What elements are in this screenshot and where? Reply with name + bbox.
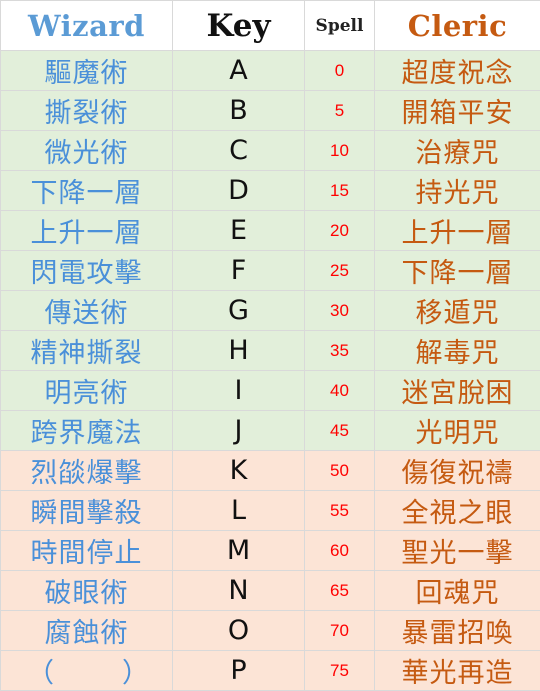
key-cell: G bbox=[173, 291, 305, 331]
header-cleric: Cleric bbox=[375, 1, 540, 51]
cleric-spell-cell: 持光咒 bbox=[375, 171, 540, 211]
header-key: Key bbox=[173, 1, 305, 51]
cleric-spell-cell: 移遁咒 bbox=[375, 291, 540, 331]
table-row: 撕裂術 B 5 開箱平安 bbox=[1, 91, 540, 131]
spell-level-cell: 30 bbox=[305, 291, 375, 331]
header-wizard: Wizard bbox=[1, 1, 173, 51]
spell-level-cell: 10 bbox=[305, 131, 375, 171]
wizard-spell-cell: 閃電攻擊 bbox=[1, 251, 173, 291]
cleric-spell-cell: 迷宮脫困 bbox=[375, 371, 540, 411]
spell-level-cell: 5 bbox=[305, 91, 375, 131]
cleric-spell-cell: 超度祝念 bbox=[375, 51, 540, 91]
wizard-spell-cell: 上升一層 bbox=[1, 211, 173, 251]
key-cell: E bbox=[173, 211, 305, 251]
wizard-spell-cell: 微光術 bbox=[1, 131, 173, 171]
key-cell: K bbox=[173, 451, 305, 491]
open-paren: （ bbox=[27, 651, 55, 690]
key-cell: D bbox=[173, 171, 305, 211]
key-cell: L bbox=[173, 491, 305, 531]
header-row: Wizard Key Spell Cleric bbox=[1, 1, 540, 51]
wizard-spell-cell: 傳送術 bbox=[1, 291, 173, 331]
spell-level-cell: 20 bbox=[305, 211, 375, 251]
cleric-spell-cell: 下降一層 bbox=[375, 251, 540, 291]
cleric-spell-cell: 上升一層 bbox=[375, 211, 540, 251]
spell-level-cell: 35 bbox=[305, 331, 375, 371]
wizard-spell-cell: 驅魔術 bbox=[1, 51, 173, 91]
wizard-spell-cell-empty: （ ） bbox=[1, 651, 173, 691]
spell-level-cell: 70 bbox=[305, 611, 375, 651]
cleric-spell-cell: 解毒咒 bbox=[375, 331, 540, 371]
spell-level-cell: 45 bbox=[305, 411, 375, 451]
table-row: 明亮術 I 40 迷宮脫困 bbox=[1, 371, 540, 411]
key-cell: O bbox=[173, 611, 305, 651]
key-cell: M bbox=[173, 531, 305, 571]
table-row: 腐蝕術 O 70 暴雷招喚 bbox=[1, 611, 540, 651]
wizard-spell-cell: 腐蝕術 bbox=[1, 611, 173, 651]
spell-level-cell: 55 bbox=[305, 491, 375, 531]
cleric-spell-cell: 傷復祝禱 bbox=[375, 451, 540, 491]
cleric-spell-cell: 暴雷招喚 bbox=[375, 611, 540, 651]
wizard-spell-cell: 烈燄爆擊 bbox=[1, 451, 173, 491]
cleric-spell-cell: 聖光一擊 bbox=[375, 531, 540, 571]
wizard-spell-cell: 下降一層 bbox=[1, 171, 173, 211]
key-cell: J bbox=[173, 411, 305, 451]
spell-level-cell: 15 bbox=[305, 171, 375, 211]
key-cell: F bbox=[173, 251, 305, 291]
wizard-spell-cell: 時間停止 bbox=[1, 531, 173, 571]
table-row: （ ） P 75 華光再造 bbox=[1, 651, 540, 691]
cleric-spell-cell: 華光再造 bbox=[375, 651, 540, 691]
wizard-spell-cell: 瞬間擊殺 bbox=[1, 491, 173, 531]
wizard-spell-cell: 撕裂術 bbox=[1, 91, 173, 131]
spell-table: Wizard Key Spell Cleric 驅魔術 A 0 超度祝念 撕裂術… bbox=[0, 0, 540, 691]
spell-level-cell: 40 bbox=[305, 371, 375, 411]
cleric-spell-cell: 光明咒 bbox=[375, 411, 540, 451]
table-row: 上升一層 E 20 上升一層 bbox=[1, 211, 540, 251]
table-row: 驅魔術 A 0 超度祝念 bbox=[1, 51, 540, 91]
key-cell: I bbox=[173, 371, 305, 411]
key-cell: N bbox=[173, 571, 305, 611]
wizard-spell-cell: 精神撕裂 bbox=[1, 331, 173, 371]
spell-level-cell: 60 bbox=[305, 531, 375, 571]
table-row: 瞬間擊殺 L 55 全視之眼 bbox=[1, 491, 540, 531]
key-cell: A bbox=[173, 51, 305, 91]
table-row: 傳送術 G 30 移遁咒 bbox=[1, 291, 540, 331]
table-row: 跨界魔法 J 45 光明咒 bbox=[1, 411, 540, 451]
spell-level-cell: 50 bbox=[305, 451, 375, 491]
spell-level-cell: 0 bbox=[305, 51, 375, 91]
key-cell: P bbox=[173, 651, 305, 691]
wizard-spell-cell: 明亮術 bbox=[1, 371, 173, 411]
cleric-spell-cell: 全視之眼 bbox=[375, 491, 540, 531]
close-paren: ） bbox=[122, 651, 150, 690]
cleric-spell-cell: 治療咒 bbox=[375, 131, 540, 171]
table-row: 微光術 C 10 治療咒 bbox=[1, 131, 540, 171]
cleric-spell-cell: 回魂咒 bbox=[375, 571, 540, 611]
wizard-spell-cell: 破眼術 bbox=[1, 571, 173, 611]
key-cell: C bbox=[173, 131, 305, 171]
header-spell: Spell bbox=[305, 1, 375, 51]
table-row: 破眼術 N 65 回魂咒 bbox=[1, 571, 540, 611]
spell-level-cell: 65 bbox=[305, 571, 375, 611]
table-row: 閃電攻擊 F 25 下降一層 bbox=[1, 251, 540, 291]
key-cell: B bbox=[173, 91, 305, 131]
table-row: 時間停止 M 60 聖光一擊 bbox=[1, 531, 540, 571]
table-row: 精神撕裂 H 35 解毒咒 bbox=[1, 331, 540, 371]
key-cell: H bbox=[173, 331, 305, 371]
cleric-spell-cell: 開箱平安 bbox=[375, 91, 540, 131]
spell-level-cell: 75 bbox=[305, 651, 375, 691]
table-row: 烈燄爆擊 K 50 傷復祝禱 bbox=[1, 451, 540, 491]
spell-level-cell: 25 bbox=[305, 251, 375, 291]
wizard-spell-cell: 跨界魔法 bbox=[1, 411, 173, 451]
table-row: 下降一層 D 15 持光咒 bbox=[1, 171, 540, 211]
